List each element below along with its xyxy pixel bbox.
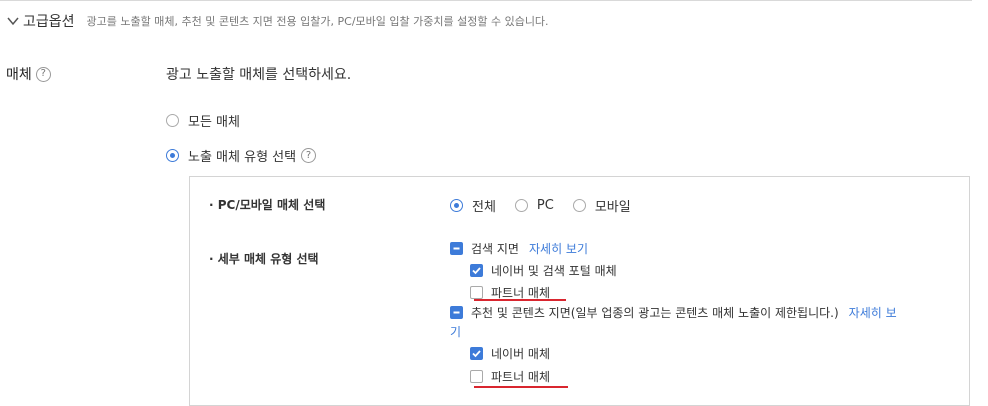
search-placement-label: 검색 지면: [471, 242, 519, 256]
media-label: 매체 ?: [6, 64, 51, 84]
pc-mobile-option-all[interactable]: 전체: [450, 196, 496, 215]
content-placement-checkbox[interactable]: [450, 306, 463, 319]
content-partner-underline: [474, 386, 568, 388]
all-media-radio[interactable]: [166, 114, 179, 127]
content-partner-label: 파트너 매체: [491, 370, 551, 384]
content-detail-link-continued[interactable]: 기: [450, 323, 461, 340]
detail-media-label: · 세부 매체 유형 선택: [209, 252, 319, 266]
minus-icon: [453, 247, 460, 250]
pc-mobile-option-pc-label: PC: [536, 198, 554, 213]
advanced-options-description: 광고를 노출할 매체, 추천 및 콘텐츠 지면 전용 입찰가, PC/모바일 입…: [86, 15, 549, 28]
all-media-label: 모든 매체: [188, 115, 240, 130]
media-type-option[interactable]: 노출 매체 유형 선택 ?: [166, 146, 317, 165]
media-instruction: 광고 노출할 매체를 선택하세요.: [166, 67, 352, 83]
content-detail-link[interactable]: 자세히 보: [849, 304, 897, 321]
help-circle-icon[interactable]: ?: [301, 148, 317, 163]
advanced-options-title: 고급옵션: [23, 14, 75, 30]
content-placement-row[interactable]: 추천 및 콘텐츠 지면(일부 업종의 광고는 콘텐츠 매체 노출이 제한됩니다.…: [450, 304, 897, 321]
naver-search-portal-row[interactable]: 네이버 및 검색 포털 매체: [470, 262, 617, 279]
pc-mobile-radio-all[interactable]: [450, 199, 463, 212]
top-divider: [0, 0, 972, 1]
content-detail-link-wrap: 기: [450, 323, 461, 340]
search-detail-link[interactable]: 자세히 보기: [529, 240, 588, 257]
pc-mobile-label: · PC/모바일 매체 선택: [209, 198, 326, 212]
pc-mobile-option-mobile-label: 모바일: [594, 200, 631, 215]
media-label-text: 매체: [6, 67, 32, 83]
minus-icon: [453, 311, 460, 314]
advanced-options-header[interactable]: 고급옵션 광고를 노출할 매체, 추천 및 콘텐츠 지면 전용 입찰가, PC/…: [6, 11, 549, 31]
pc-mobile-options: 전체 PC 모바일: [450, 196, 650, 215]
content-partner-row[interactable]: 파트너 매체: [470, 368, 550, 385]
content-partner-checkbox[interactable]: [470, 370, 483, 383]
pc-mobile-option-mobile[interactable]: 모바일: [572, 196, 631, 215]
pc-mobile-option-pc[interactable]: PC: [514, 198, 554, 213]
help-circle-icon[interactable]: ?: [35, 66, 51, 82]
search-placement-row[interactable]: 검색 지면 자세히 보기: [450, 240, 588, 257]
search-partner-underline: [474, 299, 566, 301]
naver-search-portal-label: 네이버 및 검색 포털 매체: [491, 264, 617, 278]
search-partner-checkbox[interactable]: [470, 286, 483, 299]
media-type-label: 노출 매체 유형 선택: [188, 150, 297, 165]
naver-content-checkbox[interactable]: [470, 347, 483, 360]
pc-mobile-radio-mobile[interactable]: [572, 199, 586, 212]
naver-search-portal-checkbox[interactable]: [470, 264, 483, 277]
pc-mobile-option-all-label: 전체: [472, 200, 496, 215]
check-icon: [472, 267, 481, 275]
chevron-down-icon: [7, 17, 19, 26]
media-type-radio[interactable]: [166, 149, 179, 162]
all-media-option[interactable]: 모든 매체: [166, 111, 240, 130]
naver-content-row[interactable]: 네이버 매체: [470, 345, 550, 362]
pc-mobile-radio-pc[interactable]: [514, 199, 528, 212]
content-placement-label: 추천 및 콘텐츠 지면(일부 업종의 광고는 콘텐츠 매체 노출이 제한됩니다.…: [471, 306, 839, 320]
naver-content-label: 네이버 매체: [491, 347, 551, 361]
search-placement-checkbox[interactable]: [450, 242, 463, 255]
check-icon: [472, 350, 481, 358]
